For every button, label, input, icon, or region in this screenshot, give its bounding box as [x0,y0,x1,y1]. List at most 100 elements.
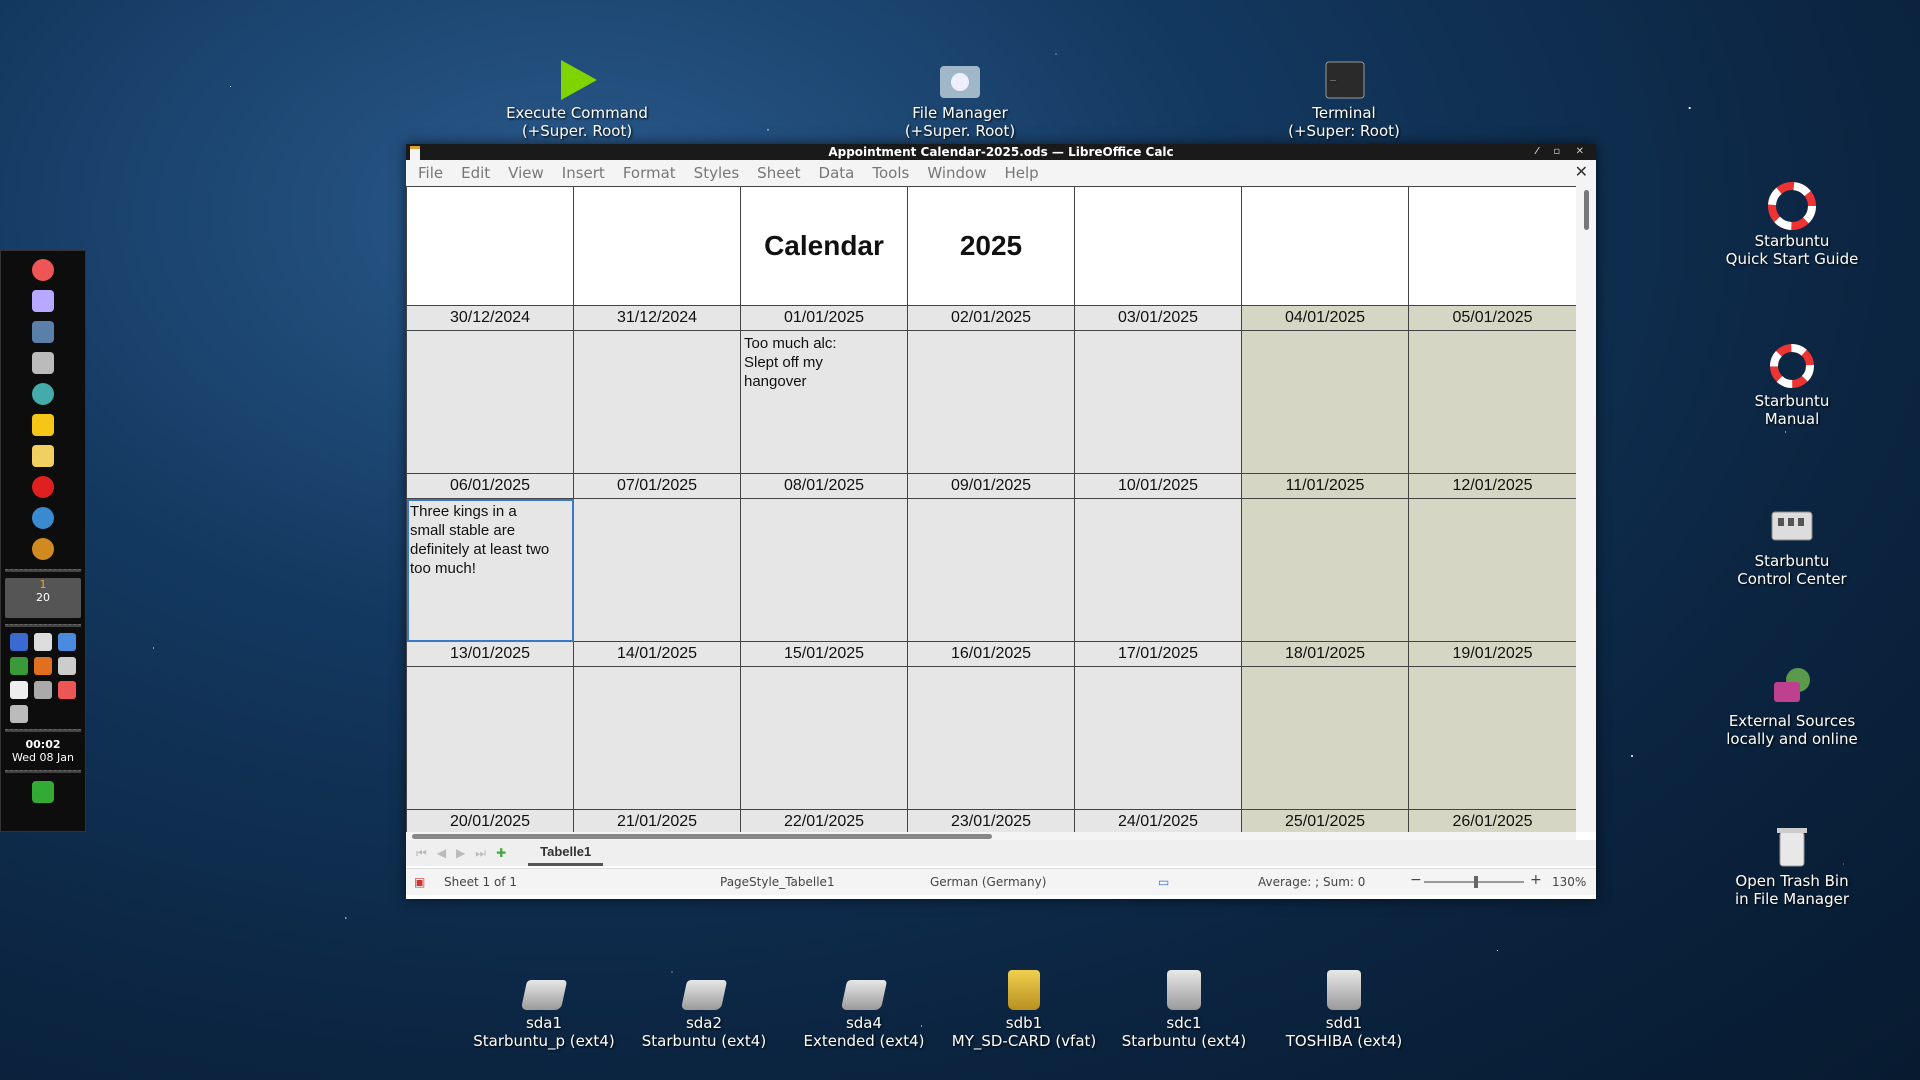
drive-sda2[interactable]: sda2 Starbuntu (ext4) [624,980,784,1050]
sum-info[interactable]: Average: ; Sum: 0 [1258,875,1365,889]
camera-icon[interactable] [34,681,52,699]
execute-command-desktop-icon[interactable]: Execute Command (+Super. Root) [487,58,667,140]
file-manager-desktop-icon[interactable]: File Manager (+Super. Root) [870,58,1050,140]
date-cell[interactable]: 14/01/2025 [573,641,741,667]
appointment-cell[interactable]: Three kings in a small stable are defini… [406,498,574,642]
star-icon[interactable] [32,414,54,436]
menu-edit[interactable]: Edit [461,164,490,182]
volume-icon[interactable] [58,657,76,675]
sheet-tab-tabelle1[interactable]: Tabelle1 [528,840,604,866]
date-cell[interactable]: 13/01/2025 [406,641,574,667]
date-cell[interactable]: 18/01/2025 [1241,641,1409,667]
appointment-cell[interactable] [1408,498,1576,642]
appointment-cell[interactable] [573,666,741,810]
date-cell[interactable]: 20/01/2025 [406,809,574,832]
appointment-cell[interactable] [1074,330,1242,474]
cell[interactable] [1074,186,1242,306]
update-icon[interactable] [34,657,52,675]
date-cell[interactable]: 11/01/2025 [1241,473,1409,499]
notes-icon[interactable] [32,445,54,467]
date-cell[interactable]: 06/01/2025 [406,473,574,499]
clipboard-icon[interactable] [10,705,28,723]
appointment-cell[interactable]: Too much alc: Slept off my hangover [740,330,908,474]
cell[interactable] [406,186,574,306]
apps-icon[interactable] [58,633,76,651]
selection-mode-icon[interactable]: ▭ [1158,875,1169,889]
cell[interactable] [1408,186,1576,306]
window-controls[interactable]: ⁄ ▫ ✕ [1536,144,1590,160]
calendar-widget[interactable]: 1 20 [5,578,81,618]
scrollbar-thumb[interactable] [412,834,992,839]
date-cell[interactable]: 19/01/2025 [1408,641,1576,667]
date-cell[interactable]: 05/01/2025 [1408,305,1576,331]
zoom-slider-handle[interactable] [1474,876,1478,888]
appointment-cell[interactable] [1241,330,1409,474]
date-cell[interactable]: 30/12/2024 [406,305,574,331]
menu-format[interactable]: Format [623,164,676,182]
network-icon[interactable] [10,633,28,651]
date-cell[interactable]: 12/01/2025 [1408,473,1576,499]
date-cell[interactable]: 10/01/2025 [1074,473,1242,499]
heart-icon[interactable] [32,476,54,498]
starbuntu-manual-desktop-icon[interactable]: Starbuntu Manual [1702,342,1882,428]
date-cell[interactable]: 23/01/2025 [907,809,1075,832]
appointment-cell[interactable] [1408,330,1576,474]
first-sheet-icon[interactable]: ⏮ [416,846,427,861]
calendar-title-cell[interactable]: Calendar [740,186,908,306]
ubuntu-menu-icon[interactable] [32,259,54,281]
vertical-scrollbar[interactable] [1576,186,1596,832]
appointment-cell[interactable] [907,666,1075,810]
date-cell[interactable]: 25/01/2025 [1241,809,1409,832]
cell[interactable] [573,186,741,306]
appointment-cell[interactable] [1074,666,1242,810]
menu-help[interactable]: Help [1004,164,1038,182]
terminal-desktop-icon[interactable]: _ Terminal (+Super: Root) [1254,58,1434,140]
exit-icon[interactable] [32,781,54,803]
date-cell[interactable]: 04/01/2025 [1241,305,1409,331]
window-titlebar[interactable]: Appointment Calendar-2025.ods — LibreOff… [406,144,1596,160]
next-sheet-icon[interactable]: ▶ [456,846,465,860]
appointment-cell[interactable] [1241,498,1409,642]
spreadsheet-grid[interactable]: Calendar 2025 30/12/2024 31/12/2024 01/01/… [406,186,1576,832]
scrollbar-thumb[interactable] [1584,190,1589,230]
date-cell[interactable]: 09/01/2025 [907,473,1075,499]
search-icon[interactable] [32,538,54,560]
appointment-cell[interactable] [406,330,574,474]
date-cell[interactable]: 02/01/2025 [907,305,1075,331]
cell[interactable] [1241,186,1409,306]
save-status-icon[interactable]: ▣ [414,875,425,889]
menu-tools[interactable]: Tools [872,164,909,182]
help-icon[interactable] [58,681,76,699]
prev-sheet-icon[interactable]: ◀ [437,846,446,860]
printer-icon[interactable] [32,352,54,374]
rocket-icon[interactable] [32,290,54,312]
calendar-year-cell[interactable]: 2025 [907,186,1075,306]
monitor-icon[interactable] [10,657,28,675]
date-cell[interactable]: 07/01/2025 [573,473,741,499]
zoom-level[interactable]: 130% [1552,875,1586,889]
date-cell[interactable]: 22/01/2025 [740,809,908,832]
date-cell[interactable]: 08/01/2025 [740,473,908,499]
close-document-icon[interactable]: ✕ [1575,162,1588,181]
menu-sheet[interactable]: Sheet [757,164,800,182]
quick-start-guide-desktop-icon[interactable]: Starbuntu Quick Start Guide [1702,182,1882,268]
drive-sdd1[interactable]: sdd1 TOSHIBA (ext4) [1264,970,1424,1050]
appointment-cell[interactable] [573,330,741,474]
horizontal-scrollbar[interactable] [406,832,1576,840]
appointment-cell[interactable] [907,498,1075,642]
date-cell[interactable]: 01/01/2025 [740,305,908,331]
menu-insert[interactable]: Insert [562,164,605,182]
appointment-cell[interactable] [573,498,741,642]
drive-sdc1[interactable]: sdc1 Starbuntu (ext4) [1104,970,1264,1050]
globe-icon[interactable] [32,383,54,405]
date-cell[interactable]: 17/01/2025 [1074,641,1242,667]
appointment-cell[interactable] [740,666,908,810]
earth-icon[interactable] [32,507,54,529]
drive-sdb1[interactable]: sdb1 MY_SD-CARD (vfat) [944,970,1104,1050]
appointment-cell[interactable] [740,498,908,642]
appointment-cell[interactable] [1241,666,1409,810]
zoom-out-button[interactable]: − [1410,872,1422,888]
drive-sda1[interactable]: sda1 Starbuntu_p (ext4) [464,980,624,1050]
menu-window[interactable]: Window [927,164,986,182]
menu-file[interactable]: File [418,164,443,182]
